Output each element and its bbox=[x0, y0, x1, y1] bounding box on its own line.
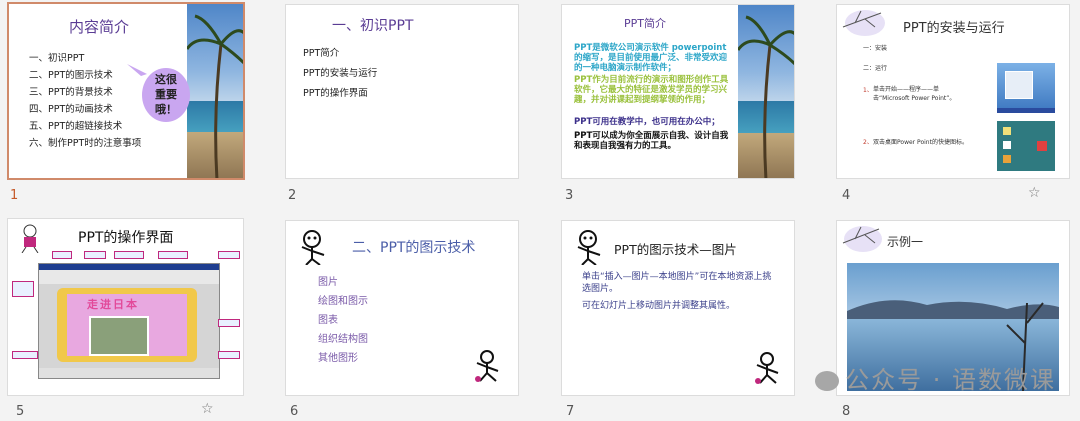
slide-number: 2 bbox=[288, 188, 297, 203]
step-number: 1、 bbox=[863, 87, 873, 94]
beach-image bbox=[738, 5, 794, 178]
text-line: 一：安装 bbox=[863, 45, 888, 52]
desktop-icons-image bbox=[997, 121, 1055, 171]
slide-thumbnail-3[interactable]: PPT简介 PPT是微软公司演示软件 powerpoint 的缩写，是目前使用最… bbox=[561, 4, 795, 179]
slide-number: 7 bbox=[566, 404, 575, 419]
callout-label bbox=[12, 281, 34, 297]
callout-label bbox=[218, 351, 240, 359]
ppt-interface-screenshot: 走进日本 bbox=[38, 263, 220, 379]
slide-thumbnail-2[interactable]: 一、初识PPT PPT简介 PPT的安装与运行 PPT的操作界面 bbox=[285, 4, 519, 179]
list-item: PPT的安装与运行 bbox=[303, 68, 378, 79]
callout-label bbox=[84, 251, 106, 259]
toc-item: 五、PPT的超链接技术 bbox=[29, 121, 123, 132]
callout-label bbox=[218, 251, 240, 259]
animation-star-icon: ☆ bbox=[1028, 185, 1041, 201]
toc-item: 三、PPT的背景技术 bbox=[29, 87, 113, 98]
branch-ornament-icon bbox=[841, 223, 883, 253]
toc-item: 二、PPT的图示技术 bbox=[29, 70, 113, 81]
cartoon-figure-icon bbox=[298, 229, 326, 266]
list-item: 图片 bbox=[318, 277, 338, 288]
slide-thumbnail-6[interactable]: 二、PPT的图示技术 图片 绘图和图示 图表 组织结构图 其他图形 bbox=[285, 220, 519, 396]
slide-title: PPT简介 bbox=[624, 17, 666, 30]
toc-item: 一、初识PPT bbox=[29, 53, 85, 64]
desktop-screenshot-image bbox=[997, 63, 1055, 113]
slide-number: 1 bbox=[10, 188, 19, 203]
callout-label bbox=[218, 319, 240, 327]
animation-star-icon: ☆ bbox=[201, 401, 214, 417]
toc-item: 四、PPT的动画技术 bbox=[29, 104, 113, 115]
slide-number: 5 bbox=[16, 404, 25, 419]
list-item: 组织结构图 bbox=[318, 334, 368, 345]
paragraph: PPT可以成为你全面展示自我、设计自我和表现自我强有力的工具。 bbox=[574, 131, 729, 151]
slide-thumbnail-1[interactable]: 内容简介 一、初识PPT 二、PPT的图示技术 三、PPT的背景技术 四、PPT… bbox=[7, 2, 245, 180]
callout-label bbox=[114, 251, 144, 259]
slide-number: 6 bbox=[290, 404, 299, 419]
slide-title: 二、PPT的图示技术 bbox=[352, 240, 476, 256]
watermark: 公众号 · 语数微课 bbox=[815, 360, 1056, 395]
paragraph: PPT是微软公司演示软件 powerpoint 的缩写，是目前使用最广泛、非常受… bbox=[574, 43, 728, 73]
list-item: 绘图和图示 bbox=[318, 296, 368, 307]
wechat-icon bbox=[815, 371, 840, 391]
slide-title: PPT的安装与运行 bbox=[903, 21, 1005, 36]
text-line: 单击“插入—图片—本地图片”可在本地资源上挑选图片。 bbox=[582, 272, 772, 294]
banner-text: 走进日本 bbox=[87, 298, 139, 311]
text-line: 二：运行 bbox=[863, 65, 888, 72]
slide-title: PPT的图示技术—图片 bbox=[614, 242, 737, 257]
list-item: PPT简介 bbox=[303, 48, 340, 59]
slide-number: 8 bbox=[842, 404, 851, 419]
paragraph: PPT可用在教学中，也可用在办公中； bbox=[574, 117, 720, 127]
list-item: 其他图形 bbox=[318, 353, 358, 364]
slide-title: 示例一 bbox=[887, 235, 924, 249]
slide-title: PPT的操作界面 bbox=[78, 230, 174, 246]
slide-number: 3 bbox=[565, 188, 574, 203]
text-line: 双击桌面Power Point的快捷图标。 bbox=[873, 139, 968, 146]
cartoon-dancer-icon bbox=[752, 351, 782, 385]
list-item: PPT的操作界面 bbox=[303, 88, 368, 99]
slide-thumbnail-7[interactable]: PPT的图示技术—图片 单击“插入—图片—本地图片”可在本地资源上挑选图片。 可… bbox=[561, 220, 795, 396]
beach-image bbox=[187, 4, 243, 178]
text-line: 可在幻灯片上移动图片并调整其属性。 bbox=[582, 301, 736, 311]
slide-thumbnail-4[interactable]: PPT的安装与运行 一：安装 二：运行 1、 单击开始——程序——单击“Micr… bbox=[836, 4, 1070, 179]
slide-title: 一、初识PPT bbox=[332, 18, 414, 34]
callout-bubble: 这很 重要 哦！ bbox=[142, 68, 190, 122]
watermark-text: 公众号 · 语数微课 bbox=[845, 366, 1056, 394]
cartoon-figure-icon bbox=[574, 229, 602, 266]
toc-item: 六、制作PPT时的注意事项 bbox=[29, 138, 142, 149]
step-number: 2、 bbox=[863, 139, 873, 146]
list-item: 图表 bbox=[318, 315, 338, 326]
slide-title: 内容简介 bbox=[69, 18, 130, 36]
slide-number: 4 bbox=[842, 188, 851, 203]
text-line: 单击开始——程序——单击“Microsoft Power Point”。 bbox=[873, 86, 956, 102]
paragraph: PPT作为目前流行的演示和图形创作工具软件，它最大的特征是激发学员的学习兴趣，并… bbox=[574, 75, 729, 105]
callout-label bbox=[158, 251, 188, 259]
callout-label bbox=[12, 351, 38, 359]
callout-label bbox=[52, 251, 72, 259]
cartoon-dancer-icon bbox=[472, 349, 502, 383]
slide-thumbnail-5[interactable]: PPT的操作界面 走进日本 bbox=[7, 218, 244, 396]
cartoon-figure-icon bbox=[16, 223, 44, 254]
branch-ornament-icon bbox=[841, 7, 885, 37]
